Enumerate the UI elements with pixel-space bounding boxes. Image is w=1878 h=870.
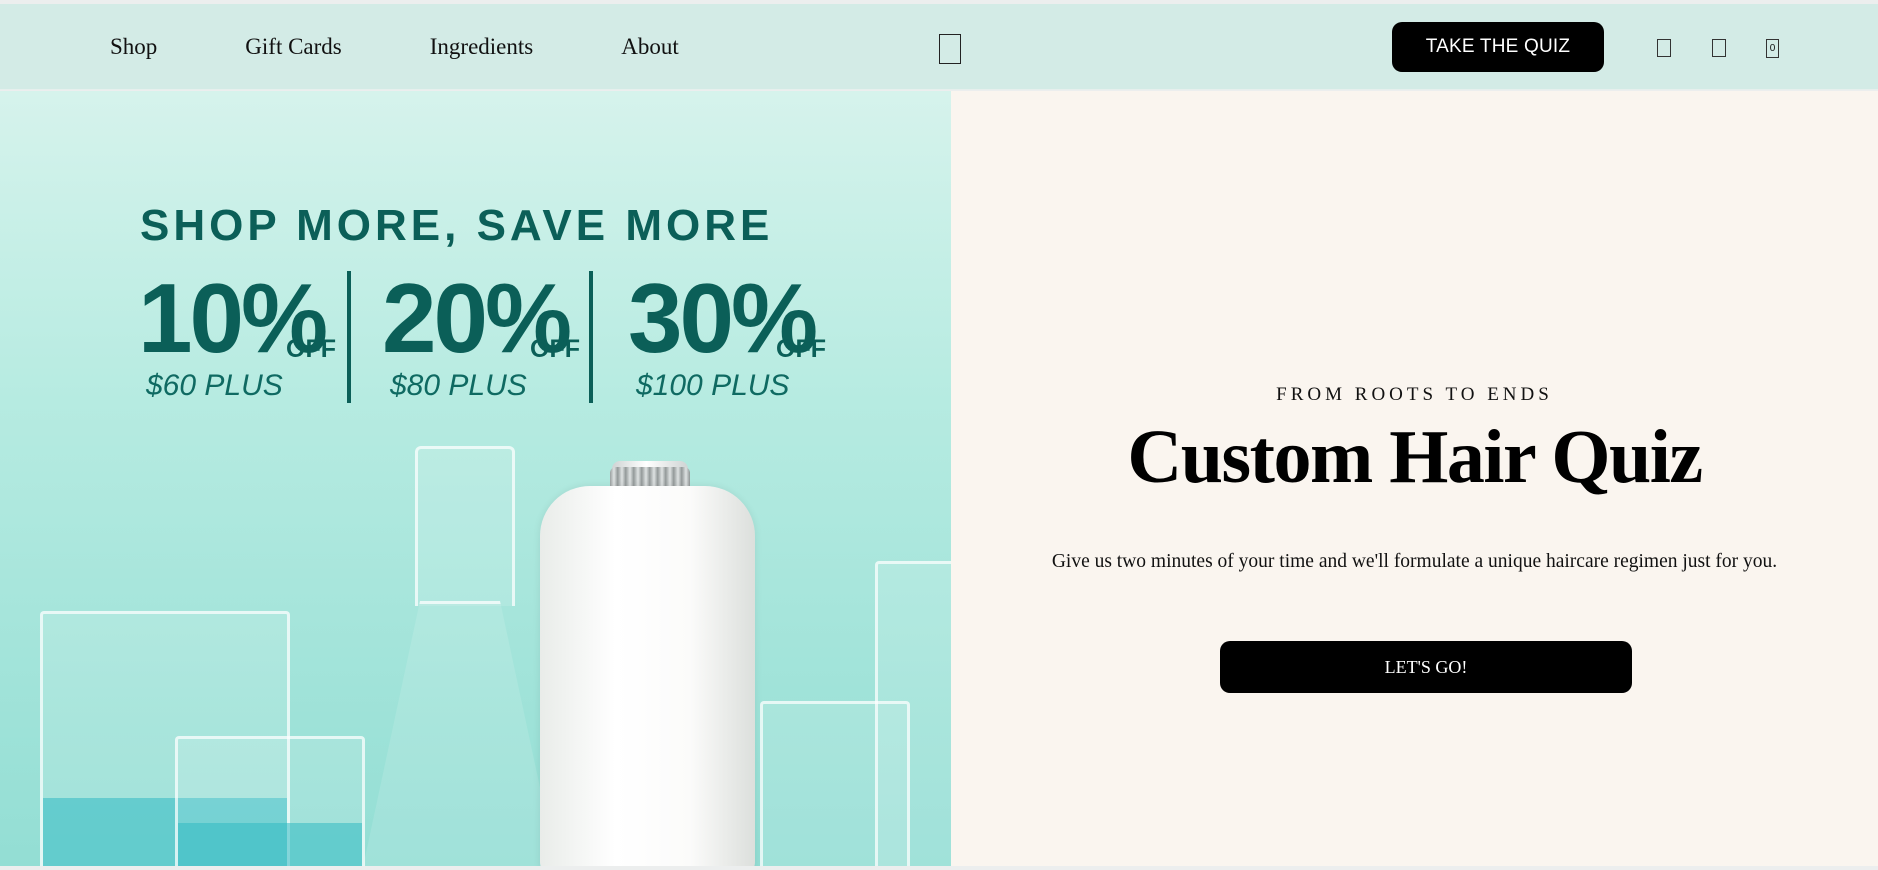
tier-minimum: $100 PLUS [636, 369, 790, 402]
beaker-liquid [178, 823, 362, 866]
main-nav: Shop Gift Cards Ingredients About [110, 34, 767, 60]
quiz-description: Give us two minutes of your time and we'… [1051, 551, 1778, 572]
tier-off-label: OFF [776, 335, 826, 363]
tier-minimum: $80 PLUS [390, 369, 527, 402]
quiz-panel: FROM ROOTS TO ENDS Custom Hair Quiz Give… [951, 91, 1878, 866]
site-header: Shop Gift Cards Ingredients About TAKE T… [0, 4, 1878, 90]
tier-off-label: OFF [530, 335, 580, 363]
search-icon[interactable] [1657, 39, 1671, 57]
tier-divider [347, 271, 351, 403]
discount-tier: 30% OFF $100 PLUS [628, 269, 848, 419]
account-icon[interactable] [1712, 39, 1726, 57]
cart-icon[interactable]: 0 [1766, 39, 1779, 58]
quiz-eyebrow: FROM ROOTS TO ENDS [1276, 384, 1553, 405]
tier-minimum: $60 PLUS [146, 369, 283, 402]
lets-go-button[interactable]: LET'S GO! [1220, 641, 1632, 693]
nav-gift-cards[interactable]: Gift Cards [245, 34, 341, 60]
take-the-quiz-button[interactable]: TAKE THE QUIZ [1392, 22, 1604, 72]
erlenmeyer-flask [360, 601, 560, 866]
nav-ingredients[interactable]: Ingredients [430, 34, 533, 60]
product-bottle [540, 486, 755, 866]
flask-neck [415, 446, 515, 606]
discount-tier: 20% OFF $80 PLUS [382, 269, 602, 419]
glass-beaker [175, 736, 365, 866]
tier-divider [589, 271, 593, 403]
bottom-strip [0, 866, 1878, 870]
discount-tier: 10% OFF $60 PLUS [138, 269, 358, 419]
glass-beaker [760, 701, 910, 866]
promo-headline: SHOP MORE, SAVE MORE [140, 201, 774, 250]
promo-banner[interactable]: SHOP MORE, SAVE MORE 10% OFF $60 PLUS 20… [0, 91, 951, 866]
nav-shop[interactable]: Shop [110, 34, 157, 60]
logo-icon[interactable] [939, 34, 961, 64]
nav-about[interactable]: About [621, 34, 679, 60]
quiz-title: Custom Hair Quiz [1127, 415, 1703, 499]
tier-off-label: OFF [286, 335, 336, 363]
